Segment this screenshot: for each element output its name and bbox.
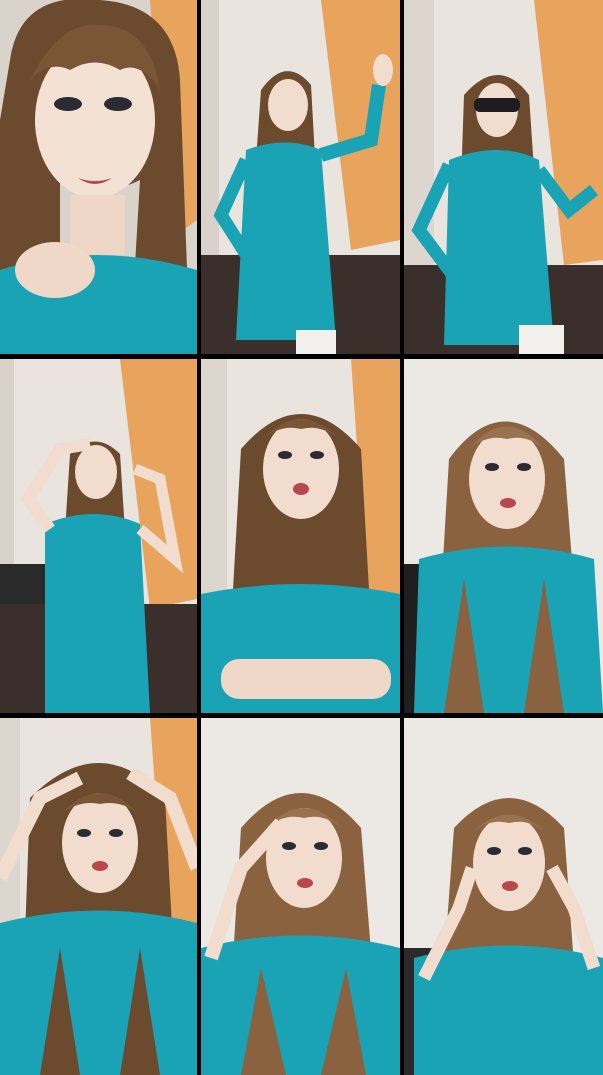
photo-tile-close-up	[0, 0, 197, 354]
photo-collage-grid	[0, 0, 603, 1075]
photo-tile-hands-on-head	[0, 718, 197, 1075]
touching-hair-photo	[201, 718, 400, 1075]
photo-tile-arm-raised	[201, 0, 400, 354]
arms-crossed-photo	[201, 359, 400, 713]
photo-tile-hands-at-ears	[404, 718, 603, 1075]
photo-tile-touching-hair	[201, 718, 400, 1075]
arm-raised-photo	[201, 0, 400, 354]
photo-tile-standing	[404, 359, 603, 713]
photo-tile-arms-crossed	[201, 359, 400, 713]
photo-tile-sunglasses	[404, 0, 603, 354]
close-up-photo	[0, 0, 197, 354]
hands-at-ears-photo	[404, 718, 603, 1075]
standing-photo	[404, 359, 603, 713]
hands-on-head-photo	[0, 718, 197, 1075]
sunglasses-photo	[404, 0, 603, 354]
hands-in-hair-photo	[0, 359, 197, 713]
photo-tile-hands-in-hair	[0, 359, 197, 713]
